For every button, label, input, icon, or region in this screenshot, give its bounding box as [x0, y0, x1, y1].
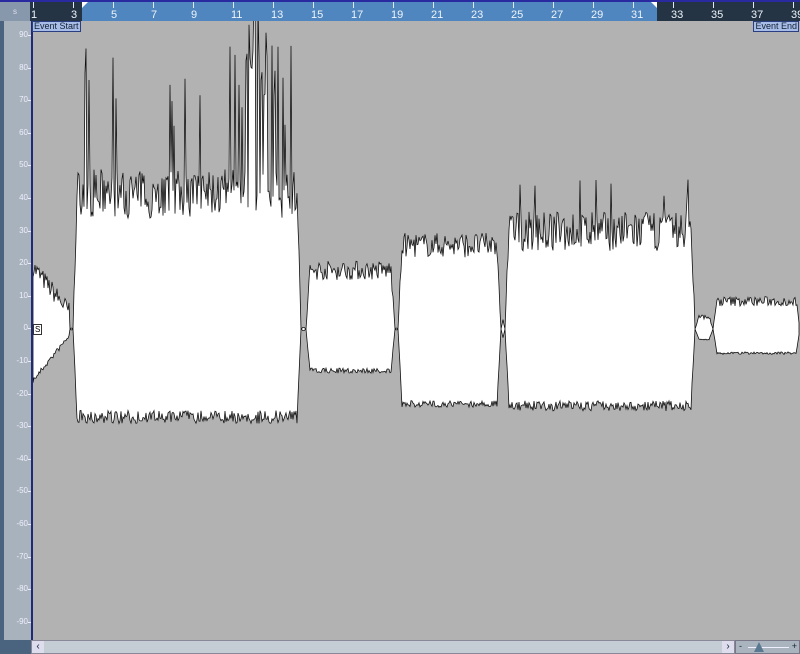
waveform[interactable] — [33, 21, 800, 640]
waveform-path — [33, 21, 800, 425]
ruler-tick — [33, 2, 34, 8]
ruler-tick — [633, 2, 634, 8]
ruler-tick — [273, 2, 274, 8]
ruler-bar-label: 13 — [271, 9, 284, 21]
bar-ruler[interactable]: s 13579111315171921232527293133353739 — [0, 2, 800, 21]
ruler-bar-label: 11 — [231, 9, 243, 21]
level-label: 10 — [19, 290, 28, 300]
level-label: -40 — [16, 453, 28, 463]
level-label: 50 — [19, 160, 28, 170]
level-label: 70 — [19, 95, 28, 105]
ruler-bar-label: 1 — [31, 9, 38, 21]
level-label: 30 — [19, 225, 28, 235]
scroll-right-button[interactable]: › — [722, 641, 734, 653]
level-label: -80 — [16, 584, 28, 594]
zoom-out-icon[interactable]: - — [739, 641, 742, 651]
ruler-tick — [593, 2, 594, 8]
ruler-corner: s — [0, 2, 30, 21]
ruler-tick — [393, 2, 394, 8]
level-label: 80 — [19, 62, 28, 72]
ruler-bar-label: 35 — [711, 9, 724, 21]
level-label: -10 — [16, 356, 28, 365]
ruler-bar-label: 25 — [511, 9, 524, 21]
ruler-tick — [313, 2, 314, 8]
ruler-bar-label: 7 — [151, 9, 158, 21]
ruler-bar-label: 23 — [471, 9, 484, 21]
ruler-bar-label: 39 — [791, 9, 800, 21]
ruler-bar-label: 29 — [591, 9, 604, 21]
ruler-tick — [513, 2, 514, 8]
ruler-tick — [153, 2, 154, 8]
event-start-label[interactable]: Event Start — [32, 21, 81, 32]
level-label: 40 — [19, 193, 28, 202]
corner-panel — [0, 640, 31, 654]
zoom-slider[interactable]: - + — [735, 640, 800, 654]
level-label: 20 — [19, 258, 28, 268]
ruler-bar-label: 33 — [671, 9, 684, 21]
ruler-tick — [793, 2, 794, 8]
ruler-tick — [473, 2, 474, 8]
ruler-bar-label: 27 — [551, 9, 564, 21]
scroll-left-button[interactable]: ‹ — [32, 641, 44, 653]
horizontal-scrollbar[interactable]: ‹ › — [31, 640, 735, 654]
ruler-tick — [673, 2, 674, 8]
ruler-tick — [193, 2, 194, 8]
level-label: -50 — [16, 486, 28, 496]
ruler-tick — [433, 2, 434, 8]
ruler-tick — [233, 2, 234, 8]
level-label: -30 — [16, 421, 28, 431]
ruler-tick — [713, 2, 714, 8]
level-scale: 90 80 70 60 50 40 30 20 10 0 -10 -20 -30 -40 -50 -60 -70… — [0, 21, 31, 640]
ruler-bar-label: 37 — [751, 9, 764, 21]
level-label: -90 — [16, 616, 28, 626]
ruler-tick — [73, 2, 74, 8]
right-locator-marker[interactable] — [651, 2, 657, 8]
event-end-label[interactable]: Event End — [753, 21, 799, 32]
ruler-bar-label: 3 — [71, 9, 78, 21]
sync-point-marker[interactable]: S — [33, 324, 43, 335]
ruler-bar-label: 31 — [631, 9, 644, 21]
ruler-bar-label: 9 — [191, 9, 198, 21]
level-label: -70 — [16, 551, 28, 561]
zoom-in-icon[interactable]: + — [792, 641, 797, 651]
zoom-slider-thumb[interactable] — [754, 642, 764, 652]
ruler-tick — [113, 2, 114, 8]
left-locator-marker[interactable] — [82, 2, 88, 8]
ruler-tick — [753, 2, 754, 8]
ruler-bar-label: 15 — [311, 9, 324, 21]
level-label: 60 — [19, 127, 28, 137]
ruler-bar-label: 5 — [111, 9, 118, 21]
level-label: -60 — [16, 519, 28, 528]
level-label: 90 — [19, 30, 28, 39]
ruler-bar-label: 17 — [351, 9, 364, 21]
ruler-tick — [353, 2, 354, 8]
ruler-tick — [553, 2, 554, 8]
ruler-bar-label: 21 — [431, 9, 444, 21]
ruler-bar-label: 19 — [391, 9, 404, 21]
level-label: -20 — [16, 388, 28, 398]
